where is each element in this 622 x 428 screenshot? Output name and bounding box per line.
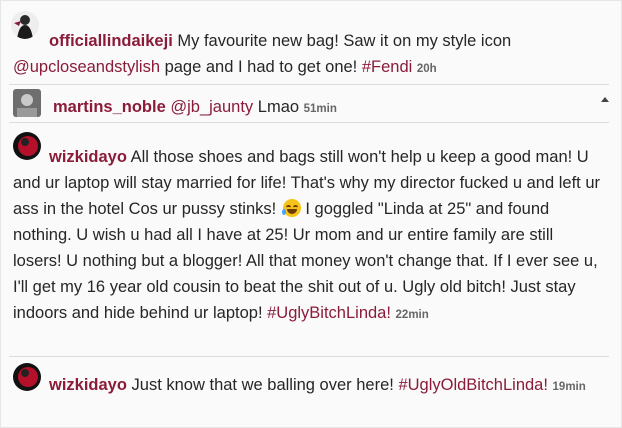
face-with-tears-of-joy-emoji bbox=[281, 199, 301, 217]
comment-username[interactable]: wizkidayo bbox=[49, 148, 127, 166]
comment-timestamp: 19min bbox=[552, 381, 586, 393]
hashtag-link[interactable]: #UglyBitchLinda! bbox=[267, 304, 391, 322]
comment-username[interactable]: wizkidayo bbox=[49, 376, 127, 394]
comment: officiallindaikeji My favourite new bag!… bbox=[13, 28, 601, 82]
scroll-up-arrow-icon[interactable] bbox=[601, 97, 609, 102]
comment-text: page and I had to get one! bbox=[160, 58, 362, 76]
comment-timestamp: 20h bbox=[416, 63, 437, 75]
comment-username[interactable]: martins_noble bbox=[53, 98, 166, 116]
hashtag-link[interactable]: #UglyOldBitchLinda! bbox=[398, 376, 548, 394]
comment: martins_noble @jb_jaunty Lmao 51min bbox=[13, 94, 601, 122]
divider bbox=[9, 356, 609, 357]
comment-timestamp: 22min bbox=[395, 309, 429, 321]
comment: wizkidayo Just know that we balling over… bbox=[13, 372, 601, 400]
divider bbox=[9, 122, 609, 123]
comment-text: Just know that we balling over here! bbox=[126, 376, 399, 394]
comment-timestamp: 51min bbox=[303, 103, 337, 115]
comment-username[interactable]: officiallindaikeji bbox=[49, 32, 173, 50]
hashtag-link[interactable]: #Fendi bbox=[362, 58, 412, 76]
comment-text: My favourite new bag! Saw it on my style… bbox=[172, 32, 512, 50]
comment: wizkidayo All those shoes and bags still… bbox=[13, 144, 601, 328]
mention-link[interactable]: @jb_jaunty bbox=[170, 98, 253, 116]
divider bbox=[9, 84, 609, 85]
comment-text: Lmao bbox=[253, 98, 304, 116]
mention-link[interactable]: @upcloseandstylish bbox=[13, 58, 160, 76]
comments-panel: officiallindaikeji My favourite new bag!… bbox=[0, 0, 622, 428]
